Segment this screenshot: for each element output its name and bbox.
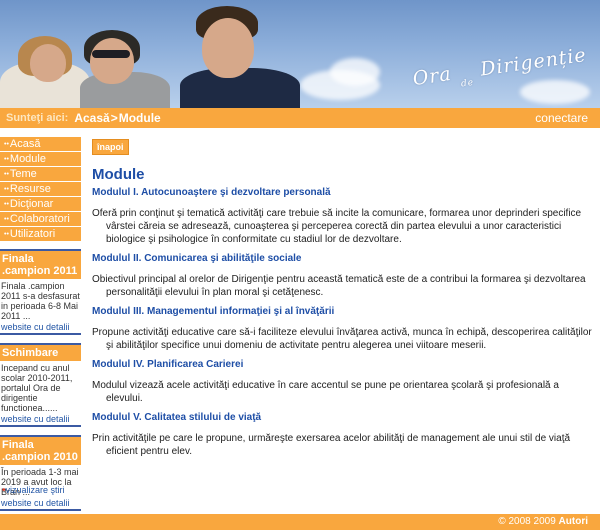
news-item: Finala .campion 2011 Finala .campion 201…: [0, 249, 81, 335]
copyright-text: © 2008 2009: [498, 516, 556, 527]
login-link[interactable]: conectare: [535, 111, 588, 125]
sidebar-item-dictionar[interactable]: ••Dicţionar: [0, 197, 81, 211]
sidebar: ••Acasă ••Module ••Teme ••Resurse ••Dicţ…: [0, 137, 81, 511]
module-item: Modulul I. Autocunoaştere şi dezvoltare …: [92, 186, 592, 246]
news-item: Schimbare Incepand cu anul scolar 2010-2…: [0, 343, 81, 427]
module-description: Prin activităţile pe care le propune, ur…: [92, 433, 571, 457]
page-title: Module: [92, 166, 145, 183]
module-link[interactable]: Modulul IV. Planificarea Carierei: [92, 358, 592, 371]
news-title: Finala .campion 2011: [0, 249, 81, 279]
breadcrumb-label: Sunteţi aici:: [6, 112, 69, 124]
sidebar-item-module[interactable]: ••Module: [0, 152, 81, 166]
module-item: Modulul IV. Planificarea Carierei Modulu…: [92, 358, 592, 405]
sidebar-item-teme[interactable]: ••Teme: [0, 167, 81, 181]
sidebar-item-colaboratori[interactable]: ••Colaboratori: [0, 212, 81, 226]
news-details-link[interactable]: website cu detalii: [0, 413, 81, 427]
back-button[interactable]: înapoi: [92, 139, 129, 155]
main-content: înapoi Module Modulul I. Autocunoaştere …: [92, 137, 592, 464]
module-link[interactable]: Modulul I. Autocunoaştere şi dezvoltare …: [92, 186, 592, 199]
sidebar-item-resurse[interactable]: ••Resurse: [0, 182, 81, 196]
news-details-link[interactable]: website cu detalii: [0, 321, 81, 335]
news-item: Finala .campion 2010 În perioada 1-3 mai…: [0, 435, 81, 511]
banner-photo: [0, 0, 330, 108]
module-description: Propune activităţi educative care să-i f…: [92, 327, 592, 351]
news-title: Schimbare: [0, 343, 81, 361]
module-item: Modulul II. Comunicarea şi abilităţile s…: [92, 252, 592, 299]
module-description: Oferă prin conţinut şi tematică activită…: [92, 208, 582, 245]
bullet-icon: ••: [4, 141, 9, 148]
breadcrumb-home[interactable]: Acasă: [74, 111, 109, 125]
bullet-icon: ••: [4, 231, 9, 238]
header-banner: Ora de Dirigenție: [0, 0, 600, 108]
breadcrumb-separator: >: [110, 111, 118, 125]
authors-link[interactable]: Autori: [559, 516, 588, 527]
breadcrumb-bar: Sunteţi aici: Acasă > Module conectare: [0, 108, 600, 128]
bullet-icon: ••: [4, 216, 9, 223]
module-link[interactable]: Modulul II. Comunicarea şi abilităţile s…: [92, 252, 592, 265]
bullet-icon: ••: [4, 171, 9, 178]
bullet-icon: ••: [4, 156, 9, 163]
news-details-link[interactable]: website cu detalii: [0, 497, 81, 511]
footer: © 2008 2009 Autori: [0, 514, 600, 530]
bullet-icon: ••: [4, 201, 9, 208]
module-item: Modulul III. Managementul informaţiei şi…: [92, 305, 592, 352]
module-link[interactable]: Modulul V. Calitatea stilului de viaţă: [92, 411, 592, 424]
view-news-link[interactable]: •vizualizare ştiri: [0, 485, 81, 496]
news-text: Finala .campion 2011 s-a desfasurat in p…: [1, 281, 80, 321]
module-description: Modulul vizează acele activităţi educati…: [92, 380, 559, 404]
module-description: Obiectivul principal al orelor de Dirige…: [92, 274, 586, 298]
breadcrumb-module[interactable]: Module: [119, 111, 161, 125]
module-item: Modulul V. Calitatea stilului de viaţă P…: [92, 411, 592, 458]
news-title: Finala .campion 2010: [0, 435, 81, 465]
bullet-icon: ••: [4, 186, 9, 193]
sidebar-item-utilizatori[interactable]: ••Utilizatori: [0, 227, 81, 241]
sidebar-item-acasa[interactable]: ••Acasă: [0, 137, 81, 151]
module-link[interactable]: Modulul III. Managementul informaţiei şi…: [92, 305, 592, 318]
news-text: Incepand cu anul scolar 2010-2011, porta…: [1, 363, 73, 413]
